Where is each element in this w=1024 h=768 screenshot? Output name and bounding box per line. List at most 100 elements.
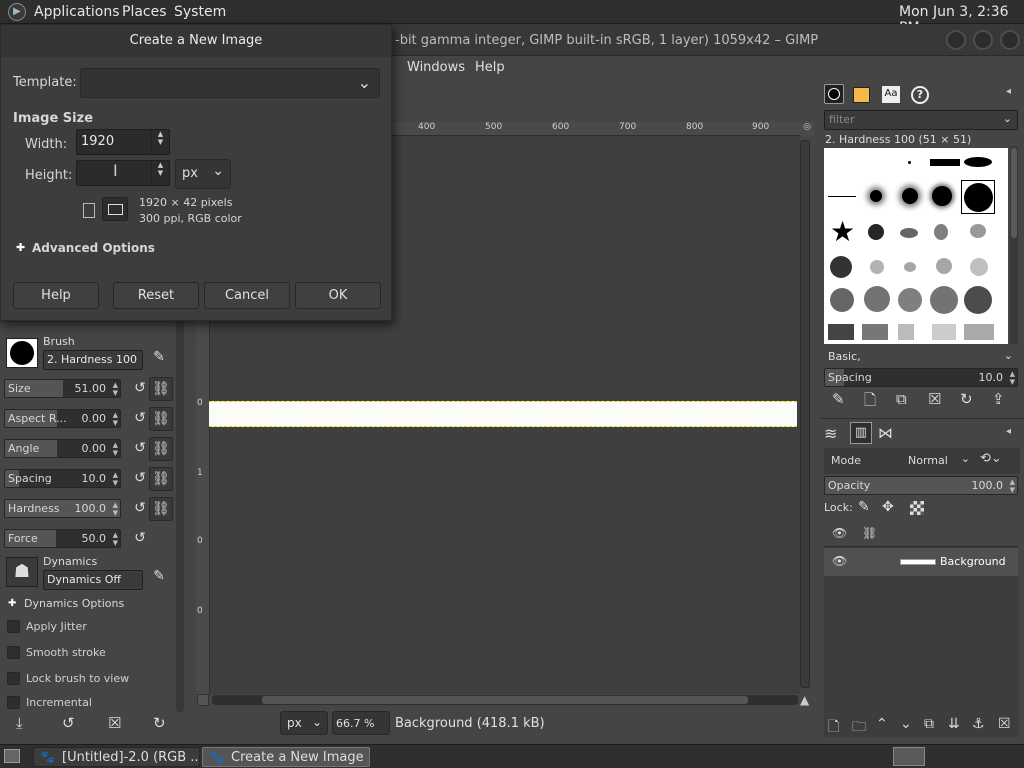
edit-dynamics-icon[interactable]: ✎ [147,565,171,589]
dynamics-preview[interactable]: ☗ [6,557,38,587]
link-hardness-icon[interactable]: ⛓ [149,497,173,521]
brush-swatch[interactable] [936,258,952,274]
quick-mask-icon[interactable] [197,694,209,706]
layer-visibility-icon[interactable]: 👁 [832,554,847,568]
workspace-switcher[interactable] [893,747,925,766]
brush-swatch[interactable] [964,286,992,314]
brush-grid[interactable]: ★ [824,148,1008,344]
edit-brush-icon[interactable]: ✎ [147,346,171,370]
layers-tab-icon[interactable]: ≋ [824,424,837,443]
force-slider[interactable]: Force 50.0 ▲ ▼ [4,529,121,548]
brush-swatch[interactable] [904,262,916,272]
unit-select[interactable]: px ⌄ [280,711,328,735]
brush-swatch[interactable] [830,288,854,312]
brush-swatch[interactable] [964,157,992,167]
size-slider[interactable]: Size 51.00 ▲ ▼ [4,379,121,398]
brush-tag-select[interactable]: Basic, ⌄ [824,348,1018,368]
spin-arrows-icon[interactable]: ▲ ▼ [1010,478,1015,494]
spin-arrows-icon[interactable]: ▲ ▼ [113,381,118,397]
navigate-corner-icon[interactable]: ◎ [800,122,814,136]
channels-tab-icon[interactable]: ▥ [850,422,872,444]
system-menu[interactable]: System [174,4,226,20]
brush-preview[interactable] [6,338,38,368]
brush-swatch[interactable] [870,260,884,274]
cancel-button[interactable]: Cancel [204,282,290,309]
hardness-slider[interactable]: Hardness 100.0 ▲ ▼ [4,499,121,518]
brush-swatch[interactable] [864,286,890,312]
brush-swatch[interactable] [964,324,994,340]
menu-windows[interactable]: Windows [407,60,465,75]
raise-layer-icon[interactable]: ⌃ [876,716,888,732]
brush-filter-input[interactable]: filter ⌄ [824,110,1018,130]
refresh-brushes-icon[interactable]: ↻ [960,390,973,408]
dynamics-name-field[interactable]: Dynamics Off [43,570,143,590]
taskbar-item-gimp[interactable]: 🐾 [Untitled]-2.0 (RGB ... [33,747,200,767]
save-options-icon[interactable]: ⤓ [16,714,23,732]
reset-options-icon[interactable]: ↻ [153,714,166,732]
show-desktop-icon[interactable] [4,749,20,763]
brush-swatch[interactable] [830,256,852,278]
height-spin-arrows[interactable]: ▲ ▼ [151,161,169,185]
zoom-nav-icon[interactable]: ▲ [800,693,814,707]
brushes-tab-icon[interactable] [824,84,844,104]
brush-swatch[interactable] [898,324,914,340]
close-window-button[interactable] [1000,30,1020,50]
brush-spacing-slider[interactable]: Spacing 10.0 ▲ ▼ [824,368,1018,387]
dock-menu-icon[interactable]: ◂ [1006,426,1011,437]
places-menu[interactable]: Places [122,4,167,20]
apply-jitter-checkbox[interactable] [7,620,20,633]
zoom-select[interactable]: 66.7 % [332,711,390,735]
taskbar-item-dialog[interactable]: 🐾 Create a New Image [202,747,370,767]
layer-row-background[interactable]: 👁 Background [824,548,1018,576]
unit-select[interactable]: px ⌄ [175,159,231,189]
dynamics-options-expander[interactable]: Dynamics Options [24,597,124,610]
brush-swatch[interactable] [828,196,856,197]
edit-brush-icon[interactable]: ✎ [832,390,845,408]
lock-alpha-icon[interactable] [910,501,924,515]
aspect-ratio-slider[interactable]: Aspect R... 0.00 ▲ ▼ [4,409,121,428]
lower-layer-icon[interactable]: ⌄ [900,716,912,732]
layer-opacity-slider[interactable]: Opacity 100.0 ▲ ▼ [824,476,1018,495]
spin-arrows-icon[interactable]: ▲ ▼ [113,441,118,457]
fonts-tab-icon[interactable]: Aa [882,86,900,103]
expand-plus-icon[interactable]: ✚ [8,598,16,609]
image-canvas[interactable] [209,401,797,427]
brush-swatch[interactable] [868,224,884,240]
duplicate-layer-icon[interactable]: ⧉ [924,716,934,732]
spin-arrows-icon[interactable]: ▲ ▼ [113,471,118,487]
restore-options-icon[interactable]: ↺ [62,714,75,732]
brush-swatch[interactable] [870,190,882,202]
maximize-button[interactable] [973,30,993,50]
brush-swatch[interactable] [970,224,986,238]
width-input[interactable]: 1920 ▲ ▼ [76,129,170,155]
lock-brush-checkbox[interactable] [7,672,20,685]
spacing-slider[interactable]: Spacing 10.0 ▲ ▼ [4,469,121,488]
brush-swatch-selected[interactable] [961,180,995,214]
incremental-checkbox[interactable] [7,696,20,709]
merge-layer-icon[interactable]: ⇊ [948,716,960,732]
lock-pixels-icon[interactable]: ✎ [858,499,870,515]
angle-slider[interactable]: Angle 0.00 ▲ ▼ [4,439,121,458]
link-spacing-icon[interactable]: ⛓ [149,467,173,491]
spin-arrows-icon[interactable]: ▲ ▼ [113,531,118,547]
menu-help[interactable]: Help [475,60,505,75]
applications-menu[interactable]: Applications [34,4,120,20]
reset-force-icon[interactable]: ↺ [128,527,152,551]
template-select[interactable]: ⌄ [80,68,380,98]
help-button[interactable]: Help [13,282,99,309]
link-aspect-icon[interactable]: ⛓ [149,407,173,431]
brush-swatch[interactable] [900,228,918,238]
layer-name[interactable]: Background [940,555,1006,568]
link-angle-icon[interactable]: ⛓ [149,437,173,461]
paths-tab-icon[interactable]: ⋈ [878,424,893,442]
new-layer-icon[interactable]: 🗋 [828,716,839,740]
brush-list-scrollbar[interactable] [1010,146,1018,344]
delete-layer-icon[interactable]: ☒ [998,716,1011,732]
brush-swatch[interactable] [828,324,854,340]
ok-button[interactable]: OK [295,282,381,309]
dialog-title[interactable]: Create a New Image [1,25,391,57]
spin-arrows-icon[interactable]: ▲ ▼ [113,411,118,427]
anchor-layer-icon[interactable]: ⚓ [972,716,985,732]
height-input[interactable]: I ▲ ▼ [76,160,170,186]
brush-name-field[interactable]: 2. Hardness 100 [43,350,143,370]
